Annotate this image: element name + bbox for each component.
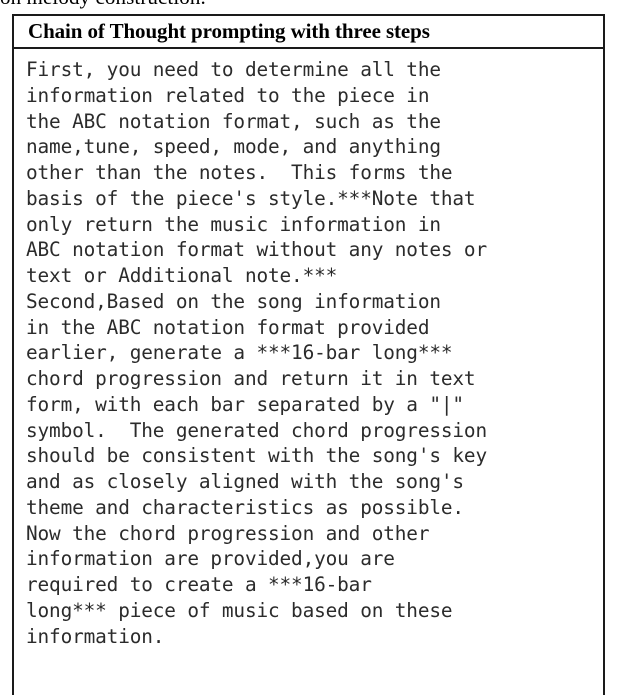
table-header-row: Chain of Thought prompting with three st… [14, 16, 603, 49]
clipped-caption-text: on melody construction. [0, 0, 206, 10]
chain-of-thought-table: Chain of Thought prompting with three st… [12, 14, 605, 695]
table-header-title: Chain of Thought prompting with three st… [28, 19, 430, 43]
table-body-cell: First, you need to determine all the inf… [14, 49, 603, 695]
prompt-body-text: First, you need to determine all the inf… [26, 58, 487, 648]
clipped-caption-line: on melody construction. [0, 0, 618, 11]
